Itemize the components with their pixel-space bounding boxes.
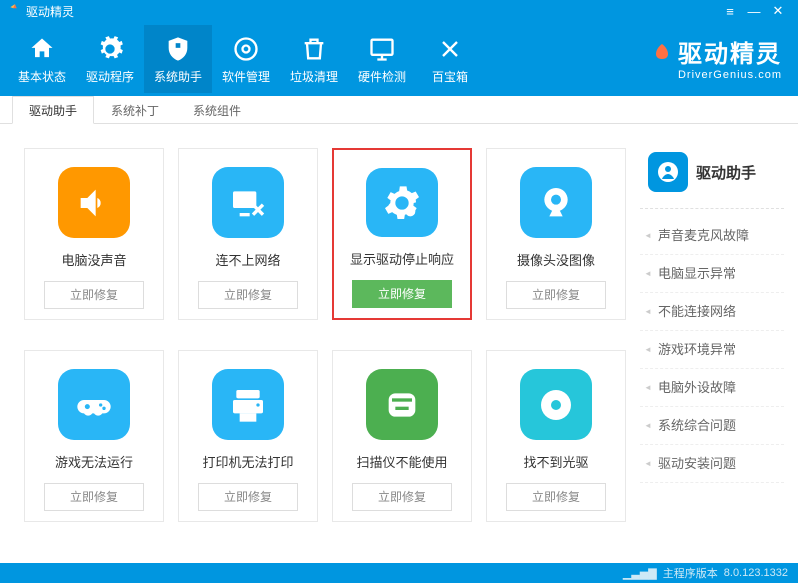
toolbar-label: 系统助手 [154, 68, 202, 85]
titlebar: 驱动精灵 ≡ — ✕ [0, 0, 798, 22]
fix-button[interactable]: 立即修复 [352, 280, 452, 308]
sidebar-item[interactable]: 驱动安装问题 [640, 445, 784, 483]
card-title: 摄像头没图像 [517, 250, 595, 269]
sidebar-item[interactable]: 电脑外设故障 [640, 369, 784, 407]
fix-button[interactable]: 立即修复 [506, 483, 606, 511]
sidebar-item[interactable]: 声音麦克风故障 [640, 217, 784, 255]
card-title: 显示驱动停止响应 [350, 249, 454, 268]
version-value: 8.0.123.1332 [724, 567, 788, 579]
card-icon [58, 369, 130, 440]
toolbar-software-manage[interactable]: 软件管理 [212, 25, 280, 93]
card-icon [520, 167, 592, 238]
close-button[interactable]: ✕ [766, 3, 790, 19]
toolbar-driver-program[interactable]: 驱动程序 [76, 25, 144, 93]
sidebar-header: 驱动助手 [640, 148, 784, 209]
tab-system-patch[interactable]: 系统补丁 [94, 96, 176, 124]
card-icon [212, 369, 284, 440]
sidebar-item[interactable]: 系统综合问题 [640, 407, 784, 445]
minimize-button[interactable]: — [742, 4, 766, 19]
fix-card: 摄像头没图像立即修复 [486, 148, 626, 320]
card-icon [366, 369, 438, 440]
sidebar-item[interactable]: 电脑显示异常 [640, 255, 784, 293]
sidebar: 驱动助手 声音麦克风故障电脑显示异常不能连接网络游戏环境异常电脑外设故障系统综合… [638, 124, 798, 564]
app-title: 驱动精灵 [26, 3, 74, 20]
card-title: 打印机无法打印 [202, 452, 293, 471]
brand-logo: 驱动精灵 DriverGenius.com [650, 34, 782, 81]
toolbar-hardware-detect[interactable]: 硬件检测 [348, 25, 416, 93]
menu-button[interactable]: ≡ [718, 4, 742, 19]
tab-system-component[interactable]: 系统组件 [176, 96, 258, 124]
card-title: 游戏无法运行 [55, 452, 133, 471]
person-icon [648, 152, 688, 192]
home-icon [27, 34, 57, 64]
fix-button[interactable]: 立即修复 [352, 483, 452, 511]
toolbar-basic-status[interactable]: 基本状态 [8, 25, 76, 93]
fix-card: 游戏无法运行立即修复 [24, 350, 164, 522]
sidebar-item[interactable]: 不能连接网络 [640, 293, 784, 331]
tab-driver-assistant[interactable]: 驱动助手 [12, 96, 94, 124]
fix-button[interactable]: 立即修复 [44, 483, 144, 511]
fix-button[interactable]: 立即修复 [506, 281, 606, 309]
brand-leaf-icon [650, 40, 674, 64]
gear-icon [95, 34, 125, 64]
brand-subtitle: DriverGenius.com [650, 69, 782, 81]
toolbar-label: 驱动程序 [86, 68, 134, 85]
card-title: 找不到光驱 [523, 452, 588, 471]
card-title: 扫描仪不能使用 [356, 452, 447, 471]
toolbar-label: 百宝箱 [432, 68, 468, 85]
toolbar-label: 硬件检测 [358, 68, 406, 85]
card-icon [58, 167, 130, 238]
card-icon [520, 369, 592, 440]
tools-icon [435, 34, 465, 64]
card-grid-area: 电脑没声音立即修复连不上网络立即修复显示驱动停止响应立即修复摄像头没图像立即修复… [0, 124, 638, 564]
toolbar-label: 垃圾清理 [290, 68, 338, 85]
trash-icon [299, 34, 329, 64]
toolbar-label: 基本状态 [18, 68, 66, 85]
main-toolbar: 基本状态 驱动程序 系统助手 软件管理 垃圾清理 硬件检测 百宝箱 驱动精灵 D… [0, 22, 798, 96]
toolbar-toolbox[interactable]: 百宝箱 [416, 25, 484, 93]
fix-card: 打印机无法打印立即修复 [178, 350, 318, 522]
toolbar-system-assistant[interactable]: 系统助手 [144, 25, 212, 93]
card-icon [366, 168, 438, 237]
toolbar-trash-clean[interactable]: 垃圾清理 [280, 25, 348, 93]
content-area: 电脑没声音立即修复连不上网络立即修复显示驱动停止响应立即修复摄像头没图像立即修复… [0, 124, 798, 564]
version-label: 主程序版本 [663, 565, 718, 581]
card-title: 电脑没声音 [61, 250, 126, 269]
statusbar: ▁▃▅▇ 主程序版本 8.0.123.1332 [0, 563, 798, 583]
fix-card: 扫描仪不能使用立即修复 [332, 350, 472, 522]
signal-icon: ▁▃▅▇ [623, 567, 657, 580]
monitor-icon [367, 34, 397, 64]
shield-icon [163, 34, 193, 64]
fix-card: 连不上网络立即修复 [178, 148, 318, 320]
toolbar-label: 软件管理 [222, 68, 270, 85]
disc-icon [231, 34, 261, 64]
fix-card: 电脑没声音立即修复 [24, 148, 164, 320]
app-logo-icon [8, 3, 22, 20]
card-title: 连不上网络 [215, 250, 280, 269]
sub-tabs: 驱动助手 系统补丁 系统组件 [0, 96, 798, 124]
fix-button[interactable]: 立即修复 [44, 281, 144, 309]
fix-card: 找不到光驱立即修复 [486, 350, 626, 522]
fix-button[interactable]: 立即修复 [198, 281, 298, 309]
fix-button[interactable]: 立即修复 [198, 483, 298, 511]
card-icon [212, 167, 284, 238]
sidebar-item[interactable]: 游戏环境异常 [640, 331, 784, 369]
sidebar-title: 驱动助手 [696, 162, 756, 183]
fix-card: 显示驱动停止响应立即修复 [332, 148, 472, 320]
